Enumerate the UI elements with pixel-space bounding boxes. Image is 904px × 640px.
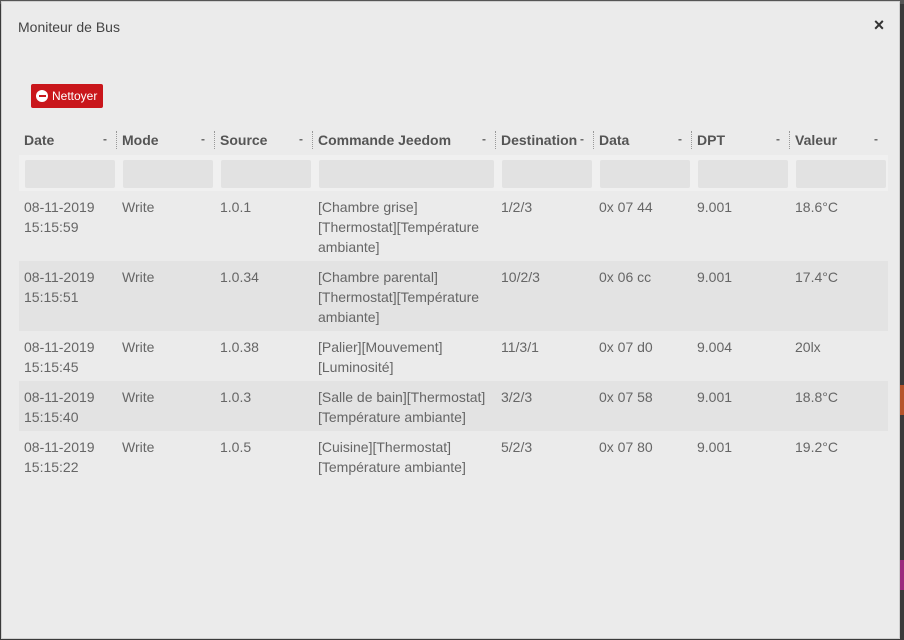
cell-destination: 1/2/3 <box>496 191 594 261</box>
cell-valeur: 19.2°C <box>790 431 888 481</box>
filter-input-data[interactable] <box>600 159 690 188</box>
cell-valeur: 18.6°C <box>790 191 888 261</box>
filter-input-commande[interactable] <box>319 159 494 188</box>
bus-monitor-modal: Moniteur de Bus × Nettoyer Date - Mode - Sou… <box>1 1 900 639</box>
cell-source: 1.0.1 <box>215 191 313 261</box>
cell-destination: 3/2/3 <box>496 381 594 431</box>
filter-cell <box>215 155 313 191</box>
column-header-date[interactable]: Date - <box>19 125 117 155</box>
clear-button[interactable]: Nettoyer <box>31 84 104 108</box>
clear-button-label: Nettoyer <box>52 89 98 103</box>
cell-source: 1.0.34 <box>215 261 313 331</box>
cell-data: 0x 07 80 <box>594 431 692 481</box>
table-row[interactable]: 08-11-2019 15:15:59 Write 1.0.1 [Chambre gri… <box>19 191 888 261</box>
column-header-label: Valeur <box>795 132 838 148</box>
cell-dpt: 9.001 <box>692 381 790 431</box>
cell-destination: 11/3/1 <box>496 331 594 381</box>
filter-cell <box>496 155 594 191</box>
background-accent <box>900 560 904 590</box>
column-header-label: Source <box>220 132 268 148</box>
filter-input-destination[interactable] <box>502 159 592 188</box>
column-header-label: Data <box>599 132 630 148</box>
cell-valeur: 20lx <box>790 331 888 381</box>
cell-source: 1.0.38 <box>215 331 313 381</box>
cell-data: 0x 07 58 <box>594 381 692 431</box>
close-icon[interactable]: × <box>871 16 887 34</box>
column-header-valeur[interactable]: Valeur - <box>790 125 888 155</box>
background-accent <box>900 385 904 415</box>
minus-circle-icon <box>36 90 48 102</box>
column-header-dpt[interactable]: DPT - <box>692 125 790 155</box>
sort-icon[interactable]: - <box>874 132 878 146</box>
sort-icon[interactable]: - <box>776 132 780 146</box>
filter-cell <box>692 155 790 191</box>
column-header-mode[interactable]: Mode - <box>117 125 215 155</box>
cell-valeur: 17.4°C <box>790 261 888 331</box>
cell-date: 08-11-2019 15:15:45 <box>19 331 117 381</box>
table-row[interactable]: 08-11-2019 15:15:40 Write 1.0.3 [Salle de ba… <box>19 381 888 431</box>
cell-mode: Write <box>117 331 215 381</box>
cell-data: 0x 06 cc <box>594 261 692 331</box>
cell-commande: [Chambre grise] [Thermostat][Température a… <box>313 191 496 261</box>
filter-cell <box>790 155 888 191</box>
filter-input-dpt[interactable] <box>698 159 788 188</box>
table-row[interactable]: 08-11-2019 15:15:45 Write 1.0.38 [Palier][Mo… <box>19 331 888 381</box>
column-header-label: DPT <box>697 132 725 148</box>
cell-mode: Write <box>117 191 215 261</box>
sort-icon[interactable]: - <box>103 132 107 146</box>
cell-date: 08-11-2019 15:15:22 <box>19 431 117 481</box>
cell-commande: [Palier][Mouvement] [Luminosité] <box>313 331 496 381</box>
column-header-label: Date <box>24 132 55 148</box>
table-body: 08-11-2019 15:15:59 Write 1.0.1 [Chambre gri… <box>19 191 888 481</box>
filter-cell <box>117 155 215 191</box>
modal-title: Moniteur de Bus <box>18 19 120 35</box>
cell-mode: Write <box>117 431 215 481</box>
table-header-row: Date - Mode - Source - Commande Jeedom - Destina… <box>19 125 888 155</box>
column-header-label: Destination <box>501 132 578 148</box>
column-header-source[interactable]: Source - <box>215 125 313 155</box>
filter-input-valeur[interactable] <box>796 159 886 188</box>
table-row[interactable]: 08-11-2019 15:15:22 Write 1.0.5 [Cuisine][Th… <box>19 431 888 481</box>
sort-icon[interactable]: - <box>678 132 682 146</box>
filter-cell <box>594 155 692 191</box>
cell-dpt: 9.004 <box>692 331 790 381</box>
filter-input-date[interactable] <box>25 159 115 188</box>
bus-monitor-table: Date - Mode - Source - Commande Jeedom - Destina… <box>19 125 888 481</box>
cell-mode: Write <box>117 261 215 331</box>
cell-valeur: 18.8°C <box>790 381 888 431</box>
cell-mode: Write <box>117 381 215 431</box>
modal-header: Moniteur de Bus × <box>2 2 899 52</box>
filter-input-mode[interactable] <box>123 159 213 188</box>
column-header-label: Mode <box>122 132 159 148</box>
column-header-destination[interactable]: Destination - <box>496 125 594 155</box>
filter-cell <box>19 155 117 191</box>
cell-source: 1.0.5 <box>215 431 313 481</box>
cell-source: 1.0.3 <box>215 381 313 431</box>
cell-data: 0x 07 44 <box>594 191 692 261</box>
column-header-data[interactable]: Data - <box>594 125 692 155</box>
cell-dpt: 9.001 <box>692 261 790 331</box>
cell-destination: 5/2/3 <box>496 431 594 481</box>
cell-destination: 10/2/3 <box>496 261 594 331</box>
cell-date: 08-11-2019 15:15:51 <box>19 261 117 331</box>
column-header-commande[interactable]: Commande Jeedom - <box>313 125 496 155</box>
sort-icon[interactable]: - <box>201 132 205 146</box>
cell-date: 08-11-2019 15:15:40 <box>19 381 117 431</box>
filter-cell <box>313 155 496 191</box>
sort-icon[interactable]: - <box>580 132 584 146</box>
table-row[interactable]: 08-11-2019 15:15:51 Write 1.0.34 [Chambre pa… <box>19 261 888 331</box>
cell-commande: [Salle de bain][Thermostat] [Température … <box>313 381 496 431</box>
sort-icon[interactable]: - <box>299 132 303 146</box>
cell-data: 0x 07 d0 <box>594 331 692 381</box>
cell-dpt: 9.001 <box>692 431 790 481</box>
column-header-label: Commande Jeedom <box>318 132 452 148</box>
sort-icon[interactable]: - <box>482 132 486 146</box>
filter-row <box>19 155 888 191</box>
cell-date: 08-11-2019 15:15:59 <box>19 191 117 261</box>
cell-commande: [Chambre parental] [Thermostat][Températu… <box>313 261 496 331</box>
cell-commande: [Cuisine][Thermostat] [Température ambian… <box>313 431 496 481</box>
cell-dpt: 9.001 <box>692 191 790 261</box>
filter-input-source[interactable] <box>221 159 311 188</box>
